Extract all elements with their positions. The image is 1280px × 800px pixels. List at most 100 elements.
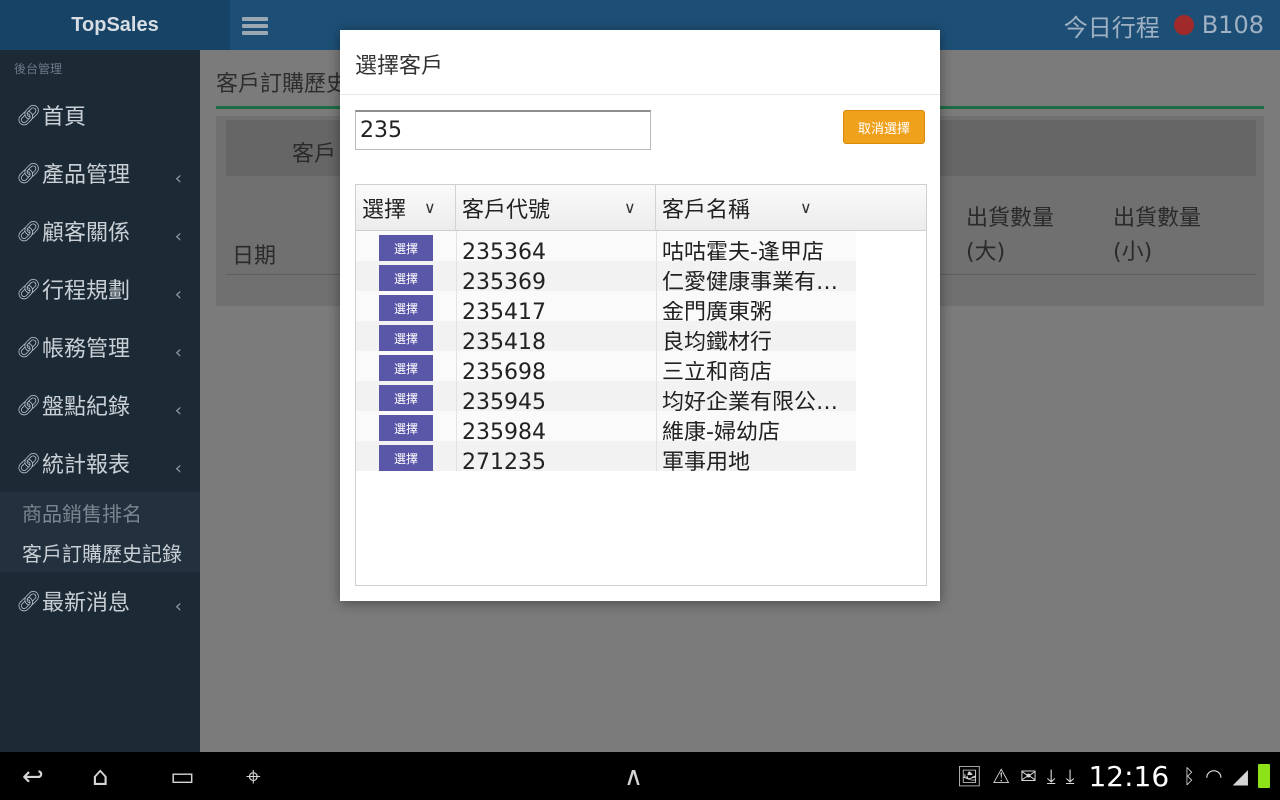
sidebar-item-inventory[interactable]: 🔗︎ 盤點紀錄 ‹ [0, 376, 200, 434]
customer-label: 客戶 [292, 142, 337, 167]
table-row: 選擇 235698 三立和商店 [356, 351, 856, 383]
sidebar-item-label: 最新消息 [42, 591, 131, 616]
column-qty-small-line1: 出貨數量 [1113, 206, 1202, 231]
customer-name: 咕咕霍夫-逢甲店 [662, 241, 824, 263]
customer-name: 仁愛健康事業有… [662, 271, 839, 293]
column-qty-small: 出貨數量 (小) [1113, 202, 1201, 270]
chevron-down-icon: ∨ [424, 198, 436, 217]
select-row-button[interactable]: 選擇 [379, 355, 433, 381]
customer-code: 235369 [462, 271, 546, 293]
chevron-left-icon: ‹ [174, 168, 182, 189]
customer-name: 維康-婦幼店 [662, 421, 780, 443]
grid-rows: 選擇 235364 咕咕霍夫-逢甲店 選擇 235369 仁愛健康事業有… 選擇… [356, 231, 856, 471]
customer-grid: 選擇 ∨ 客戶代號 ∨ 客戶名稱 ∨ 選擇 235364 咕咕霍夫-逢甲店 選擇… [355, 184, 927, 586]
download-icon: ⤓ [1065, 764, 1075, 788]
wifi-icon: ◠ [1205, 764, 1223, 788]
customer-code: 235945 [462, 391, 546, 413]
link-icon: 🔗︎ [16, 219, 42, 243]
column-date: 日期 [232, 244, 277, 269]
clock: 12:16 [1088, 759, 1170, 793]
sidebar-item-products[interactable]: 🔗︎ 產品管理 ‹ [0, 144, 200, 202]
link-icon: 🔗︎ [16, 103, 42, 127]
sidebar-item-accounting[interactable]: 🔗︎ 帳務管理 ‹ [0, 318, 200, 376]
column-header-label: 客戶名稱 [662, 197, 751, 223]
brand-logo: TopSales [0, 0, 230, 50]
select-row-button[interactable]: 選擇 [379, 235, 433, 261]
grid-header: 選擇 ∨ 客戶代號 ∨ 客戶名稱 ∨ [356, 185, 926, 231]
table-row: 選擇 235417 金門廣東粥 [356, 291, 856, 323]
customer-code: 235364 [462, 241, 546, 263]
column-qty-big: 出貨數量 (大) [966, 202, 1054, 270]
customer-name: 軍事用地 [662, 451, 751, 471]
table-row: 選擇 235369 仁愛健康事業有… [356, 261, 856, 293]
customer-code: 235984 [462, 421, 546, 443]
page-title: 客戶訂購歷史 [216, 72, 349, 97]
chevron-down-icon: ∨ [624, 198, 636, 217]
chevron-left-icon: ‹ [174, 342, 182, 363]
sidebar-item-label: 首頁 [42, 105, 87, 130]
today-schedule-link[interactable]: 今日行程 [1064, 8, 1160, 43]
link-icon: 🔗︎ [16, 277, 42, 301]
select-row-button[interactable]: 選擇 [379, 265, 433, 291]
chevron-down-icon: ∨ [800, 198, 812, 217]
customer-name: 良均鐵材行 [662, 331, 773, 353]
column-header-select[interactable]: 選擇 ∨ [356, 185, 456, 230]
chevron-left-icon: ‹ [174, 458, 182, 479]
home-icon[interactable]: ⌂ [92, 762, 109, 792]
sidebar-item-label: 盤點紀錄 [42, 395, 131, 420]
screenshot-icon[interactable]: ⌖ [246, 762, 261, 793]
select-row-button[interactable]: 選擇 [379, 295, 433, 321]
column-header-name[interactable]: 客戶名稱 ∨ [656, 185, 926, 230]
select-row-button[interactable]: 選擇 [379, 385, 433, 411]
column-header-label: 選擇 [362, 197, 407, 223]
customer-search-input[interactable] [355, 110, 651, 150]
bluetooth-icon: ᛒ [1183, 764, 1196, 788]
status-area: 🖼︎ ⚠ ✉ ⤓ ⤓ 12:16 ᛒ ◠ ◢ [957, 752, 1270, 800]
link-icon: 🔗︎ [16, 451, 42, 475]
sidebar-item-news[interactable]: 🔗︎ 最新消息 ‹ [0, 572, 200, 630]
link-icon: 🔗︎ [16, 393, 42, 417]
warning-icon: ⚠ [992, 764, 1010, 788]
sidebar-section-title: 後台管理 [14, 62, 63, 76]
select-row-button[interactable]: 選擇 [379, 325, 433, 351]
column-header-code[interactable]: 客戶代號 ∨ [456, 185, 656, 230]
user-name: B108 [1201, 11, 1264, 39]
recent-apps-icon[interactable]: ▭ [170, 762, 195, 792]
sidebar-item-schedule[interactable]: 🔗︎ 行程規劃 ‹ [0, 260, 200, 318]
back-icon[interactable]: ↩ [22, 762, 44, 792]
sidebar-item-customers[interactable]: 🔗︎ 顧客關係 ‹ [0, 202, 200, 260]
sidebar-subitem-order-history[interactable]: 客戶訂購歷史記錄 [0, 532, 200, 572]
chevron-up-icon[interactable]: ∧ [624, 762, 643, 792]
customer-name: 三立和商店 [662, 361, 773, 383]
select-row-button[interactable]: 選擇 [379, 445, 433, 471]
cancel-selection-button[interactable]: 取消選擇 [843, 110, 925, 144]
customer-code: 235417 [462, 301, 546, 323]
sidebar-subitem-sales-ranking[interactable]: 商品銷售排名 [0, 492, 200, 532]
customer-code: 235418 [462, 331, 546, 353]
sidebar-item-label: 統計報表 [42, 453, 131, 478]
sidebar-item-reports[interactable]: 🔗︎ 統計報表 ‹ [0, 434, 200, 492]
customer-name: 均好企業有限公… [662, 391, 839, 413]
sidebar-item-label: 行程規劃 [42, 279, 131, 304]
column-divider [656, 231, 657, 471]
column-divider [456, 231, 457, 471]
column-qty-big-line1: 出貨數量 [966, 206, 1055, 231]
select-row-button[interactable]: 選擇 [379, 415, 433, 441]
chevron-left-icon: ‹ [174, 596, 182, 617]
link-icon: 🔗︎ [16, 589, 42, 613]
link-icon: 🔗︎ [16, 335, 42, 359]
sidebar-item-home[interactable]: 🔗︎ 首頁 [0, 86, 200, 144]
table-row: 選擇 235364 咕咕霍夫-逢甲店 [356, 231, 856, 263]
table-row: 選擇 271235 軍事用地 [356, 441, 856, 471]
customer-code: 271235 [462, 451, 546, 471]
sidebar-item-label: 顧客關係 [42, 221, 131, 246]
download-icon: ⤓ [1046, 764, 1056, 788]
chevron-left-icon: ‹ [174, 284, 182, 305]
user-icon [1173, 15, 1194, 35]
select-customer-dialog: 選擇客戶 取消選擇 選擇 ∨ 客戶代號 ∨ 客戶名稱 ∨ 選擇 235364 咕… [340, 30, 940, 601]
top-right-group: 今日行程 B108 [1064, 0, 1264, 50]
user-menu[interactable]: B108 [1173, 11, 1264, 39]
hamburger-menu-icon[interactable] [240, 14, 270, 42]
sidebar-submenu: 商品銷售排名 客戶訂購歷史記錄 [0, 492, 200, 572]
system-nav-bar: ↩ ⌂ ▭ ⌖ ∧ 🖼︎ ⚠ ✉ ⤓ ⤓ 12:16 ᛒ ◠ ◢ [0, 752, 1280, 800]
